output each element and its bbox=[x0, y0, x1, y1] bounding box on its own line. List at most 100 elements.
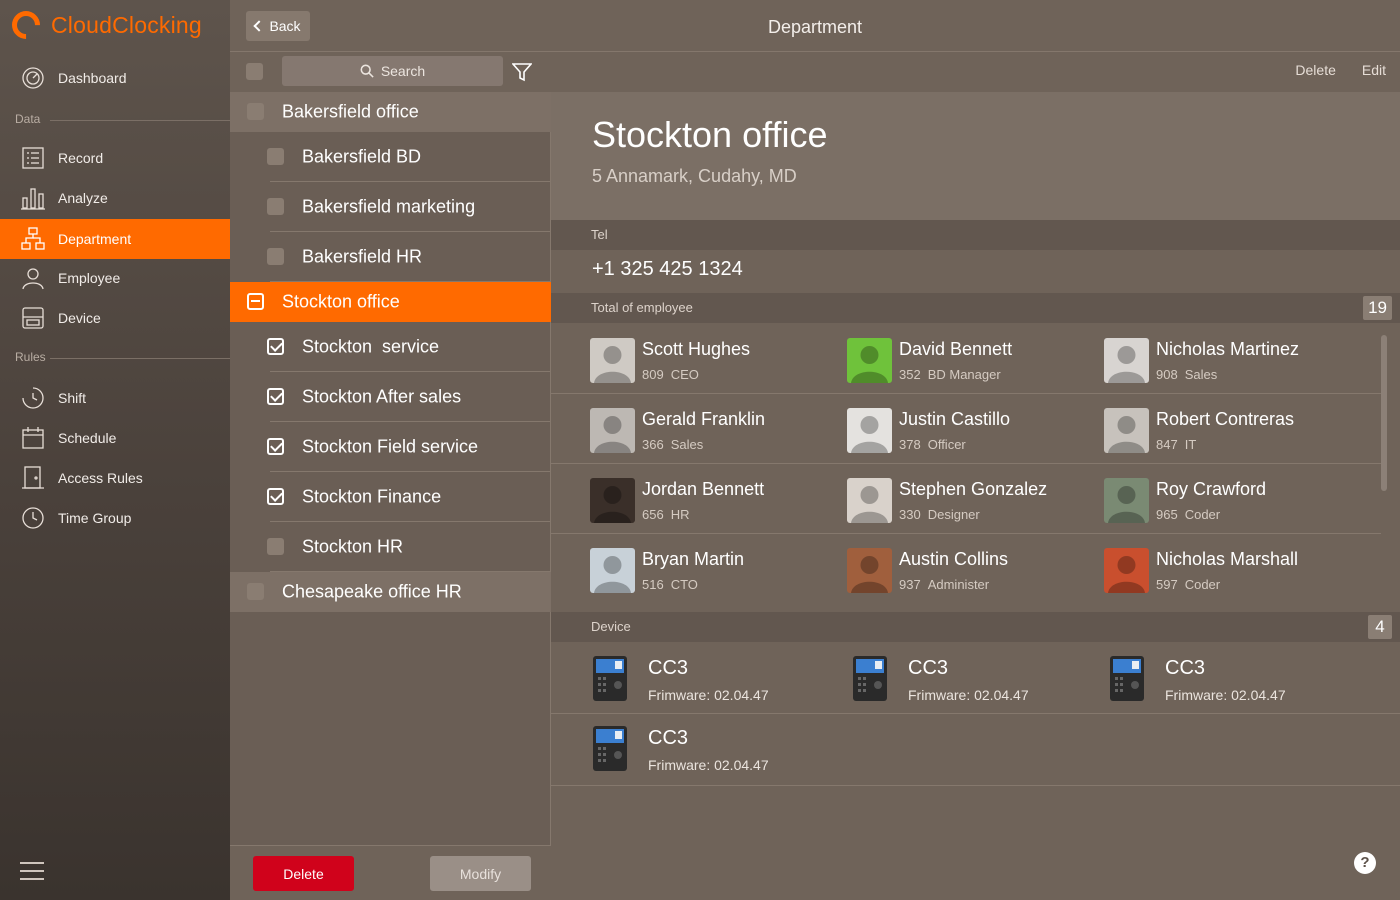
device-firmware: Frimware: 02.04.47 bbox=[648, 687, 769, 703]
employee-name: David Bennett bbox=[899, 339, 1013, 359]
employee-scrollbar[interactable] bbox=[1381, 335, 1387, 491]
sidebar-item-access-rules[interactable]: Access Rules bbox=[0, 458, 230, 498]
logo-icon bbox=[6, 5, 46, 45]
employee-card[interactable]: Stephen Gonzalez 330 Designer bbox=[847, 478, 1087, 524]
employee-card[interactable]: Robert Contreras 847 IT bbox=[1104, 408, 1344, 454]
employee-count-badge: 19 bbox=[1363, 296, 1392, 320]
employee-card[interactable]: Scott Hughes 809 CEO bbox=[590, 338, 830, 384]
row-checkbox[interactable] bbox=[267, 338, 284, 355]
sidebar-item-shift[interactable]: Shift bbox=[0, 378, 230, 418]
department-icon bbox=[20, 226, 46, 252]
employee-icon bbox=[20, 265, 46, 291]
employee-card[interactable]: Austin Collins 937 Administer bbox=[847, 548, 1087, 594]
employee-meta: 847 IT bbox=[1156, 437, 1196, 452]
employee-card[interactable]: Jordan Bennett 656 HR bbox=[590, 478, 830, 524]
employee-meta: 378 Officer bbox=[899, 437, 966, 452]
search-input[interactable]: Search bbox=[282, 56, 503, 86]
employee-meta: 908 Sales bbox=[1156, 367, 1217, 382]
employee-card[interactable]: David Bennett 352 BD Manager bbox=[847, 338, 1087, 384]
employee-role: IT bbox=[1184, 437, 1197, 452]
device-section-header: Device 4 bbox=[551, 612, 1400, 642]
row-checkbox[interactable] bbox=[247, 293, 264, 310]
delete-department-button[interactable]: Delete bbox=[1295, 62, 1335, 78]
department-group-row[interactable]: Chesapeake office HR bbox=[230, 572, 551, 612]
device-name: CC3 bbox=[1165, 657, 1206, 679]
sidebar-section-rules: Rules bbox=[15, 350, 46, 364]
tel-section-header: Tel bbox=[551, 220, 1400, 250]
row-checkbox[interactable] bbox=[267, 198, 284, 215]
select-all-checkbox[interactable] bbox=[246, 63, 263, 80]
employee-card[interactable]: Bryan Martin 516 CTO bbox=[590, 548, 830, 594]
employee-card[interactable]: Gerald Franklin 366 Sales bbox=[590, 408, 830, 454]
device-name: CC3 bbox=[648, 657, 689, 679]
department-row[interactable]: Bakersfield HR bbox=[230, 232, 551, 282]
device-card[interactable]: CC3 Frimware: 02.04.47 bbox=[1108, 655, 1348, 711]
device-card[interactable]: CC3 Frimware: 02.04.47 bbox=[851, 655, 1091, 711]
employee-role: Coder bbox=[1184, 577, 1221, 592]
employee-card[interactable]: Justin Castillo 378 Officer bbox=[847, 408, 1087, 454]
modify-button[interactable]: Modify bbox=[430, 856, 531, 891]
row-checkbox[interactable] bbox=[247, 103, 264, 120]
row-checkbox[interactable] bbox=[267, 248, 284, 265]
employee-name: Nicholas Marshall bbox=[1156, 549, 1299, 569]
help-icon[interactable]: ? bbox=[1354, 852, 1376, 874]
row-checkbox[interactable] bbox=[267, 538, 284, 555]
divider bbox=[551, 713, 1400, 714]
filter-icon[interactable] bbox=[511, 62, 533, 82]
department-group-row[interactable]: Stockton office bbox=[230, 282, 551, 322]
employee-card[interactable]: Nicholas Martinez 908 Sales bbox=[1104, 338, 1344, 384]
employee-card[interactable]: Nicholas Marshall 597 Coder bbox=[1104, 548, 1344, 594]
employee-card[interactable]: Roy Crawford 965 Coder bbox=[1104, 478, 1344, 524]
sidebar-item-record[interactable]: Record bbox=[0, 138, 230, 178]
avatar bbox=[847, 408, 892, 453]
sidebar-item-analyze[interactable]: Analyze bbox=[0, 178, 230, 218]
department-row[interactable]: Bakersfield BD bbox=[230, 132, 551, 182]
sidebar-item-schedule[interactable]: Schedule bbox=[0, 418, 230, 458]
department-row[interactable]: Stockton After sales bbox=[230, 372, 551, 422]
row-checkbox[interactable] bbox=[267, 388, 284, 405]
device-card[interactable]: CC3 Frimware: 02.04.47 bbox=[591, 725, 831, 781]
device-card[interactable]: CC3 Frimware: 02.04.47 bbox=[591, 655, 831, 711]
department-row[interactable]: Stockton HR bbox=[230, 522, 551, 572]
row-checkbox[interactable] bbox=[267, 488, 284, 505]
record-icon bbox=[20, 145, 46, 171]
app-logo[interactable]: CloudClocking bbox=[6, 5, 202, 45]
department-row[interactable]: Stockton Field service bbox=[230, 422, 551, 472]
sidebar-item-dashboard[interactable]: Dashboard bbox=[0, 58, 230, 98]
menu-icon[interactable] bbox=[20, 862, 44, 880]
employee-role: Coder bbox=[1184, 507, 1221, 522]
avatar bbox=[1104, 478, 1149, 523]
row-label: Bakersfield marketing bbox=[302, 196, 476, 217]
list-footer: Delete Modify bbox=[230, 845, 551, 900]
sidebar-item-time-group[interactable]: Time Group bbox=[0, 498, 230, 538]
employee-meta: 597 Coder bbox=[1156, 577, 1220, 592]
row-label: Chesapeake office HR bbox=[282, 581, 462, 602]
terminal-icon bbox=[853, 656, 887, 701]
employee-meta: 965 Coder bbox=[1156, 507, 1220, 522]
employee-meta: 809 CEO bbox=[642, 367, 699, 382]
delete-button[interactable]: Delete bbox=[253, 856, 354, 891]
row-checkbox[interactable] bbox=[247, 583, 264, 600]
employee-role: CTO bbox=[670, 577, 698, 592]
department-row[interactable]: Stockton Finance bbox=[230, 472, 551, 522]
analyze-icon bbox=[20, 185, 46, 211]
sidebar-item-department[interactable]: Department bbox=[0, 219, 230, 259]
department-row[interactable]: Bakersfield marketing bbox=[230, 182, 551, 232]
employee-meta: 516 CTO bbox=[642, 577, 698, 592]
row-checkbox[interactable] bbox=[267, 148, 284, 165]
department-group-row[interactable]: Bakersfield office bbox=[230, 92, 551, 132]
avatar bbox=[590, 408, 635, 453]
schedule-icon bbox=[20, 425, 46, 451]
avatar bbox=[590, 548, 635, 593]
employee-name: Jordan Bennett bbox=[642, 479, 765, 499]
department-address: 5 Annamark, Cudahy, MD bbox=[592, 166, 797, 186]
employee-role: Sales bbox=[670, 437, 704, 452]
department-row[interactable]: Stockton service bbox=[230, 322, 551, 372]
search-placeholder: Search bbox=[380, 63, 426, 79]
sidebar-item-device[interactable]: Device bbox=[0, 298, 230, 338]
sidebar-item-employee[interactable]: Employee bbox=[0, 258, 230, 298]
employee-name: Gerald Franklin bbox=[642, 409, 766, 429]
row-checkbox[interactable] bbox=[267, 438, 284, 455]
tel-value[interactable]: +1 325 425 1324 bbox=[592, 258, 743, 281]
edit-department-button[interactable]: Edit bbox=[1362, 62, 1386, 78]
